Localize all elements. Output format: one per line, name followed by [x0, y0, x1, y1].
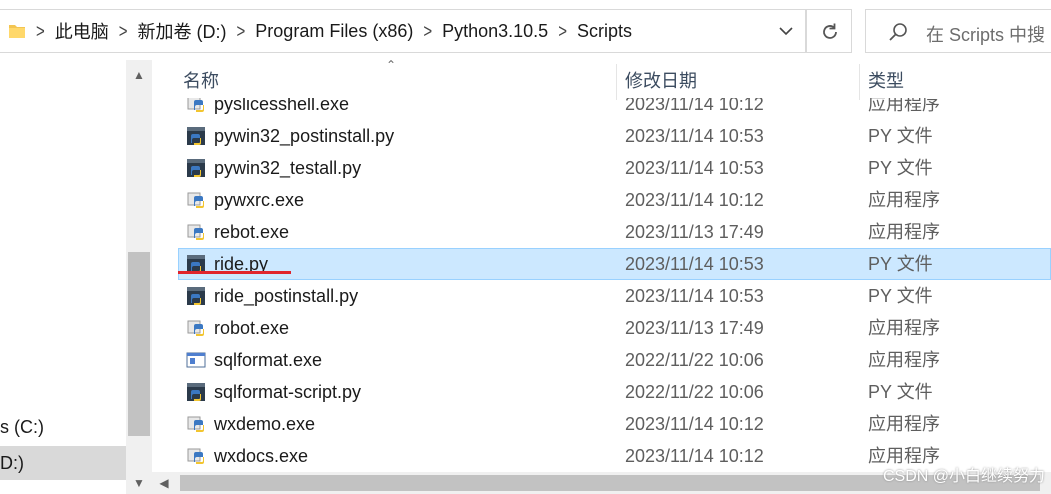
address-bar[interactable]: > 此电脑 > 新加卷 (D:) > Program Files (x86) >… [0, 9, 806, 53]
file-type: 应用程序 [868, 190, 940, 210]
chevron-right-icon[interactable]: > [36, 20, 45, 42]
file-row[interactable]: rebot.exe 2023/11/13 17:49 应用程序 [152, 216, 1051, 248]
file-modified-date: 2023/11/14 10:53 [625, 158, 764, 178]
file-name: wxdemo.exe [214, 414, 316, 434]
search-input[interactable]: 在 Scripts 中搜 [865, 9, 1051, 53]
chevron-down-icon[interactable] [777, 22, 795, 40]
file-row[interactable]: pywin32_testall.py 2023/11/14 10:53 PY 文件 [152, 152, 1051, 184]
python-exe-icon [186, 222, 206, 242]
file-row[interactable]: wxdemo.exe 2023/11/14 10:12 应用程序 [152, 408, 1051, 440]
file-type: PY 文件 [868, 286, 933, 306]
file-name: pywin32_testall.py [214, 158, 362, 178]
file-list: ⌃ 名称 修改日期 类型 pyslicesshell.exe 2023/11/14… [152, 60, 1051, 494]
chevron-right-icon[interactable]: > [423, 20, 432, 42]
breadcrumb-this-pc[interactable]: 此电脑 [55, 18, 109, 44]
file-name: sqlformat.exe [214, 350, 323, 370]
scroll-left-arrow-icon[interactable]: ◀ [152, 472, 176, 494]
file-name: wxdocs.exe [214, 446, 309, 466]
breadcrumb-program-files[interactable]: Program Files (x86) [255, 21, 413, 42]
file-modified-date: 2023/11/14 10:12 [625, 414, 764, 434]
python-script-icon [186, 126, 206, 146]
file-name: rebot.exe [214, 222, 290, 242]
scroll-down-arrow-icon[interactable]: ▼ [126, 470, 152, 494]
column-header-row: ⌃ 名称 修改日期 类型 [152, 60, 1051, 100]
file-modified-date: 2023/11/14 10:12 [625, 446, 764, 466]
breadcrumb-python[interactable]: Python3.10.5 [442, 21, 548, 42]
file-type: 应用程序 [868, 350, 940, 370]
file-name: pywin32_postinstall.py [214, 126, 395, 146]
sort-ascending-icon: ⌃ [386, 60, 397, 72]
column-header-name[interactable]: 名称 [183, 60, 219, 98]
watermark: CSDN @小白继续努力 [882, 468, 1045, 485]
address-bar-area: > 此电脑 > 新加卷 (D:) > Program Files (x86) >… [0, 0, 1051, 60]
chevron-right-icon[interactable]: > [558, 20, 567, 42]
file-name: sqlformat-script.py [214, 382, 362, 402]
column-header-modified[interactable]: 修改日期 [625, 60, 697, 98]
navigation-pane: s (C:) D:) ▲ ▼ [0, 60, 152, 494]
file-name: ride_postinstall.py [214, 286, 359, 306]
file-row[interactable]: pywin32_postinstall.py 2023/11/14 10:53 PY… [152, 120, 1051, 152]
file-name: robot.exe [214, 318, 290, 338]
folder-icon [9, 25, 25, 38]
file-row-selected[interactable]: ride.py 2023/11/14 10:53 PY 文件 [178, 248, 1051, 280]
python-script-icon [186, 286, 206, 306]
file-modified-date: 2022/11/22 10:06 [625, 382, 764, 402]
column-divider[interactable] [859, 64, 860, 100]
python-script-icon [186, 382, 206, 402]
breadcrumb-scripts[interactable]: Scripts [577, 21, 632, 42]
nav-item-drive-d[interactable]: D:) [0, 446, 126, 480]
file-modified-date: 2023/11/13 17:49 [625, 222, 764, 242]
file-row[interactable]: ride_postinstall.py 2023/11/14 10:53 PY 文件 [152, 280, 1051, 312]
file-type: PY 文件 [868, 126, 933, 146]
breadcrumb-drive-d[interactable]: 新加卷 (D:) [138, 18, 227, 44]
file-row[interactable]: sqlformat.exe 2022/11/22 10:06 应用程序 [152, 344, 1051, 376]
file-row[interactable]: sqlformat-script.py 2022/11/22 10:06 PY 文件 [152, 376, 1051, 408]
file-modified-date: 2023/11/13 17:49 [625, 318, 764, 338]
nav-scroll-thumb[interactable] [128, 252, 150, 436]
file-type: 应用程序 [868, 318, 940, 338]
file-type: PY 文件 [868, 254, 933, 274]
column-divider[interactable] [616, 64, 617, 100]
file-modified-date: 2023/11/14 10:12 [625, 190, 764, 210]
python-exe-icon [186, 190, 206, 210]
file-modified-date: 2022/11/22 10:06 [625, 350, 764, 370]
file-type: PY 文件 [868, 382, 933, 402]
search-placeholder: 在 Scripts 中搜 [926, 25, 1046, 45]
scroll-up-arrow-icon[interactable]: ▲ [126, 62, 152, 88]
file-type: 应用程序 [868, 414, 940, 434]
file-type: 应用程序 [868, 222, 940, 242]
file-row[interactable]: pywxrc.exe 2023/11/14 10:12 应用程序 [152, 184, 1051, 216]
chevron-right-icon[interactable]: > [119, 20, 128, 42]
file-modified-date: 2023/11/14 10:53 [625, 254, 764, 274]
red-annotation-underline [178, 271, 291, 274]
nav-item-drive-c[interactable]: s (C:) [0, 410, 126, 444]
file-name: ride.py [214, 254, 269, 274]
python-exe-icon [186, 414, 206, 434]
file-row[interactable]: robot.exe 2023/11/13 17:49 应用程序 [152, 312, 1051, 344]
file-modified-date: 2023/11/14 10:53 [625, 126, 764, 146]
refresh-icon [823, 23, 837, 39]
window-exe-icon [186, 350, 206, 370]
python-script-icon [186, 158, 206, 178]
column-header-type[interactable]: 类型 [868, 60, 904, 98]
nav-vertical-scrollbar[interactable]: ▲ ▼ [126, 60, 152, 494]
refresh-button[interactable] [806, 9, 852, 53]
python-exe-icon [186, 318, 206, 338]
search-icon [889, 23, 907, 41]
file-modified-date: 2023/11/14 10:53 [625, 286, 764, 306]
file-name: pywxrc.exe [214, 190, 305, 210]
file-type: PY 文件 [868, 158, 933, 178]
chevron-right-icon[interactable]: > [237, 20, 246, 42]
python-exe-icon [186, 446, 206, 466]
breadcrumb: > 此电脑 > 新加卷 (D:) > Program Files (x86) >… [34, 10, 632, 52]
